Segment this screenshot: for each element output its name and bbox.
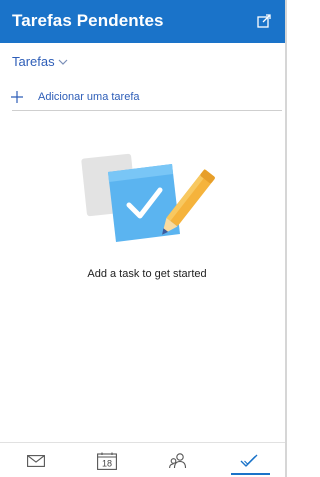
nav-mail[interactable] xyxy=(0,443,71,477)
calendar-icon: 18 xyxy=(96,452,117,470)
bottom-nav: 18 xyxy=(0,442,285,477)
popout-icon[interactable] xyxy=(257,14,271,28)
task-checklist-illustration xyxy=(81,153,215,242)
divider xyxy=(12,110,282,111)
people-icon xyxy=(169,452,187,468)
pane-header: Tarefas Pendentes xyxy=(0,0,285,43)
list-selector[interactable]: Tarefas xyxy=(12,54,68,69)
pane-title: Tarefas Pendentes xyxy=(12,11,164,30)
nav-people[interactable] xyxy=(143,443,214,477)
todo-check-icon xyxy=(240,454,258,467)
add-task-label: Adicionar uma tarefa xyxy=(38,91,140,103)
calendar-day: 18 xyxy=(102,458,112,468)
todo-pane: Tarefas Pendentes Tarefas Adicionar uma … xyxy=(0,0,287,477)
mail-icon xyxy=(26,454,45,467)
nav-calendar[interactable]: 18 xyxy=(71,443,142,477)
add-task-button[interactable]: Adicionar uma tarefa xyxy=(10,85,282,109)
nav-todo[interactable] xyxy=(214,443,285,477)
empty-state-message: Add a task to get started xyxy=(87,268,207,280)
list-selector-label: Tarefas xyxy=(12,54,55,69)
chevron-down-icon xyxy=(58,59,68,65)
plus-icon xyxy=(11,91,23,103)
